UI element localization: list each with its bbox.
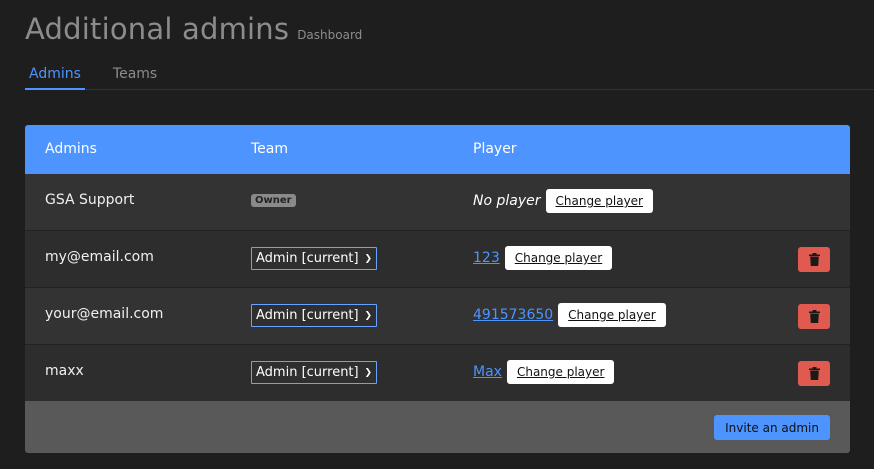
- admin-name: maxx: [45, 363, 84, 379]
- delete-button[interactable]: [798, 304, 830, 329]
- team-select-value: Admin [current]: [256, 308, 359, 323]
- player-cell: 491573650 Change player: [473, 303, 666, 327]
- tab-bar: Admins Teams: [25, 64, 874, 90]
- table-header: Admins Team Player: [25, 125, 850, 174]
- trash-icon: [808, 367, 820, 380]
- action-cell: [798, 247, 830, 272]
- column-header-team: Team: [251, 141, 289, 157]
- change-player-button[interactable]: Change player: [545, 189, 653, 213]
- invite-admin-button[interactable]: Invite an admin: [714, 415, 830, 440]
- team-cell: Admin [current] ❯: [251, 361, 377, 384]
- table-row: GSA Support Owner No player Change playe…: [25, 174, 850, 231]
- column-header-admins: Admins: [45, 141, 97, 157]
- owner-badge: Owner: [251, 194, 296, 207]
- team-select[interactable]: Admin [current] ❯: [251, 361, 377, 384]
- table-footer: Invite an admin: [25, 401, 850, 453]
- page-subtitle: Dashboard: [297, 28, 363, 42]
- team-select[interactable]: Admin [current] ❯: [251, 247, 377, 270]
- admin-name: your@email.com: [45, 306, 164, 322]
- admins-table: Admins Team Player GSA Support Owner No …: [25, 125, 850, 453]
- admin-name: my@email.com: [45, 249, 154, 265]
- player-cell: No player Change player: [473, 189, 653, 213]
- team-select-value: Admin [current]: [256, 251, 359, 266]
- tab-teams[interactable]: Teams: [109, 64, 161, 90]
- page-title: Additional admins: [25, 12, 290, 46]
- team-cell: Admin [current] ❯: [251, 304, 377, 327]
- player-link[interactable]: 123: [473, 250, 500, 266]
- team-select[interactable]: Admin [current] ❯: [251, 304, 377, 327]
- action-cell: [798, 304, 830, 329]
- team-cell: Admin [current] ❯: [251, 247, 377, 270]
- table-row: your@email.com Admin [current] ❯ 4915736…: [25, 288, 850, 345]
- tab-admins[interactable]: Admins: [25, 64, 85, 90]
- page-header: Additional admins Dashboard: [25, 12, 362, 46]
- change-player-button[interactable]: Change player: [558, 303, 666, 327]
- delete-button[interactable]: [798, 247, 830, 272]
- trash-icon: [808, 253, 820, 266]
- player-cell: Max Change player: [473, 360, 615, 384]
- player-cell: 123 Change player: [473, 246, 613, 270]
- change-player-button[interactable]: Change player: [506, 360, 615, 384]
- column-header-player: Player: [473, 141, 517, 157]
- team-select-value: Admin [current]: [256, 365, 359, 380]
- no-player-text: No player: [473, 193, 541, 209]
- admin-name: GSA Support: [45, 192, 135, 208]
- trash-icon: [808, 310, 820, 323]
- table-row: my@email.com Admin [current] ❯ 123 Chang…: [25, 231, 850, 288]
- delete-button[interactable]: [798, 361, 830, 386]
- chevron-down-icon: ❯: [364, 310, 372, 321]
- player-link[interactable]: 491573650: [473, 307, 553, 323]
- chevron-down-icon: ❯: [364, 253, 372, 264]
- action-cell: [798, 361, 830, 386]
- change-player-button[interactable]: Change player: [504, 246, 613, 270]
- player-link[interactable]: Max: [473, 364, 502, 380]
- team-cell: Owner: [251, 194, 296, 207]
- chevron-down-icon: ❯: [364, 367, 372, 378]
- table-row: maxx Admin [current] ❯ Max Change player: [25, 345, 850, 402]
